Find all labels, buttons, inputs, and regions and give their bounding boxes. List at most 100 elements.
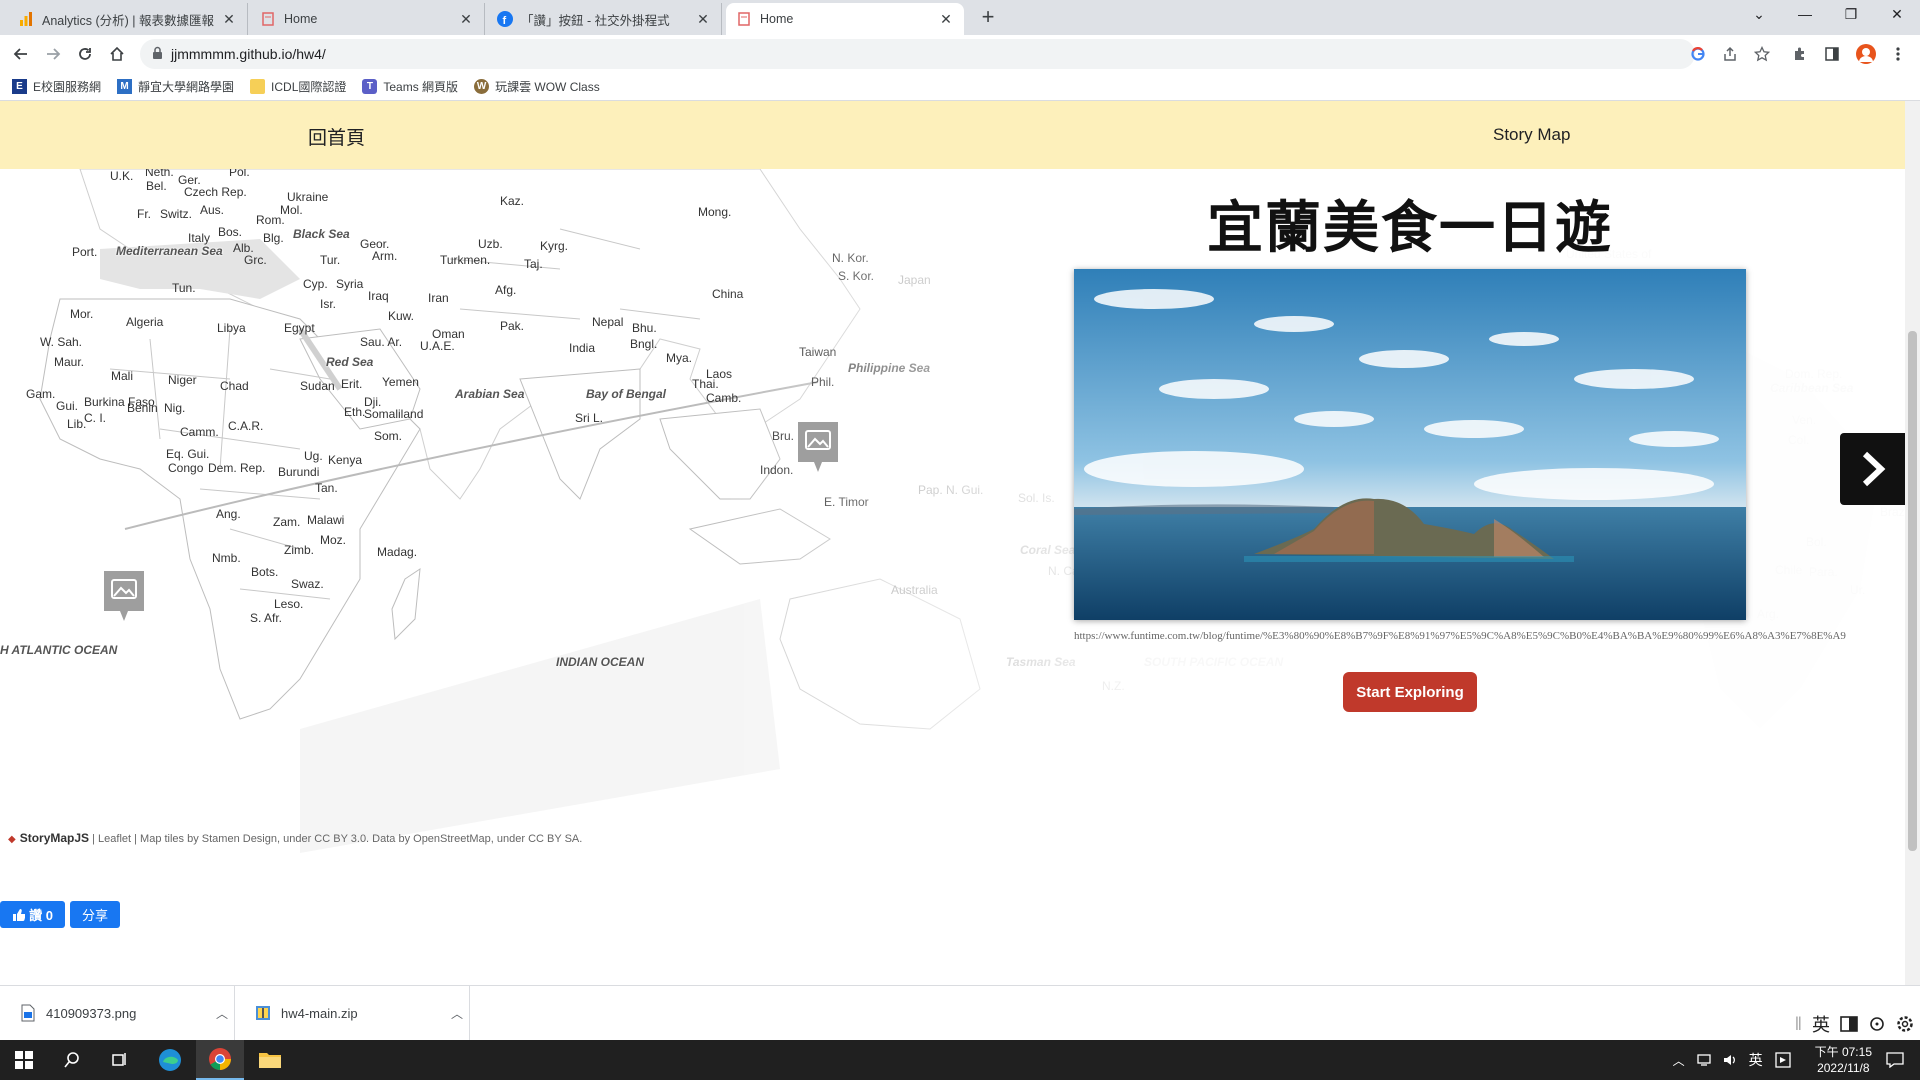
close-tab-icon[interactable]: ✕ [695,11,711,28]
file-explorer-icon[interactable] [246,1040,294,1080]
map-country-label: Egypt [284,321,315,335]
profile-avatar[interactable] [1856,44,1876,64]
map-country-label: Cyp. [303,277,328,291]
menu-icon[interactable] [1888,44,1908,64]
lock-icon[interactable] [152,46,163,62]
map-country-label: Blg. [263,231,284,245]
map-country-label: Som. [374,429,403,443]
search-icon[interactable] [48,1040,96,1080]
download-item-png[interactable]: 410909373.png ︿ [0,986,235,1040]
bookmark-star-icon[interactable] [1752,44,1772,64]
tab-home-active[interactable]: Home ✕ [726,3,964,35]
tab-search-icon[interactable]: ⌄ [1736,0,1782,30]
network-icon[interactable] [1696,1053,1713,1067]
map-country-label: Tun. [172,281,196,295]
bookmark-icdl[interactable]: ICDL國際認證 [250,78,346,95]
map-country-label: Bots. [251,565,279,579]
volume-icon[interactable] [1723,1053,1739,1067]
scrollbar-thumb[interactable] [1908,331,1917,851]
start-exploring-button[interactable]: Start Exploring [1343,672,1477,712]
close-tab-icon[interactable]: ✕ [458,11,474,28]
close-tab-icon[interactable]: ✕ [938,11,954,28]
edge-icon[interactable] [146,1040,194,1080]
map-country-label: Nig. [164,401,186,415]
image-credit[interactable]: https://www.funtime.com.tw/blog/funtime/… [1074,630,1905,642]
page-scrollbar[interactable] [1905,101,1920,985]
story-map[interactable]: U.K. Neth. Pol. Bel. Ger. Czech Rep. Ukraine Ka… [0,169,1905,853]
ime-tray-icon[interactable] [1774,1052,1791,1068]
map-country-label: Kuw. [388,309,415,323]
next-slide-button[interactable] [1840,433,1905,505]
windows-start-icon[interactable] [0,1040,48,1080]
map-country-label: Iran [428,291,449,305]
share-icon[interactable] [1720,44,1740,64]
facebook-share-button[interactable]: 分享 [70,901,120,928]
reload-button[interactable] [72,41,98,67]
folder-icon [250,79,266,94]
map-country-label: Italy [188,231,211,245]
tab-title: Home [284,12,318,26]
close-window-button[interactable]: ✕ [1874,0,1920,30]
bookmark-teams[interactable]: T Teams 網頁版 [362,78,458,95]
bookmark-label: 玩課雲 WOW Class [495,80,600,94]
clock-date: 2022/11/8 [1817,1061,1870,1075]
minimize-button[interactable]: — [1782,0,1828,30]
bookmark-wowclass[interactable]: W 玩課雲 WOW Class [474,78,600,95]
tab-home-1[interactable]: Home ✕ [250,3,485,35]
restore-button[interactable]: ❐ [1828,0,1874,30]
google-icon[interactable] [1688,44,1708,64]
task-view-icon[interactable] [96,1040,144,1080]
map-country-label: Nmb. [212,551,241,565]
bookmark-e-campus[interactable]: E E校園服務網 [12,78,101,95]
map-country-label: C. I. [84,411,107,425]
system-clock[interactable]: 下午 07:15 2022/11/8 [1815,1044,1872,1076]
tray-overflow-icon[interactable]: ︿ [1673,1052,1685,1069]
downloads-bar: 410909373.png ︿ hw4-main.zip ︿ [0,985,1920,1040]
attribution-text[interactable]: | Leaflet | Map tiles by Stamen Design, … [92,833,582,845]
tab-facebook[interactable]: f 「讚」按鈕 - 社交外掛程式 ✕ [487,3,722,35]
ime-grip-icon[interactable]: ‖ [1795,1014,1802,1035]
system-tray: ︿ 英 下午 07:15 2022/11/8 [1673,1040,1920,1080]
address-bar[interactable]: jjmmmmm.github.io/hw4/ [140,39,1695,69]
map-sea-label: Arabian Sea [455,387,525,401]
map-country-label: Tur. [320,253,341,267]
map-marker-icon[interactable] [796,420,840,474]
storymap-logo-icon: ◆ [8,834,16,845]
forward-button[interactable] [40,41,66,67]
chrome-icon[interactable] [196,1040,244,1080]
map-country-label: W. Sah. [40,335,83,349]
attribution-brand[interactable]: StoryMapJS [20,831,89,845]
extensions-icon[interactable] [1790,44,1810,64]
tray-language[interactable]: 英 [1749,1050,1763,1070]
new-tab-button[interactable]: + [975,5,1001,31]
map-country-label: C.A.R. [228,419,264,433]
map-country-label: Madag. [377,545,418,559]
facebook-like-button[interactable]: 讚 0 [0,901,65,928]
nav-storymap-link[interactable]: Story Map [1493,125,1570,145]
ime-mode-icon[interactable] [1840,1015,1858,1033]
map-country-label: Libya [217,321,246,335]
bookmark-moodle[interactable]: M 靜宜大學網路學園 [117,78,234,95]
chevron-up-icon[interactable]: ︿ [216,1005,228,1022]
tab-analytics[interactable]: Analytics (分析) | 報表數據匯報 ✕ [8,3,248,35]
download-item-zip[interactable]: hw4-main.zip ︿ [235,986,470,1040]
back-button[interactable] [8,41,34,67]
map-country-label: Bel. [146,179,167,193]
facebook-icon: f [497,11,513,27]
chevron-up-icon[interactable]: ︿ [451,1005,463,1022]
ime-language[interactable]: 英 [1812,1011,1830,1037]
map-country-label: U.A.E. [420,339,455,353]
page-viewport: 回首頁 Story Map U.K. Neth. Pol. Bel. Ger. … [0,101,1920,985]
close-tab-icon[interactable]: ✕ [221,11,237,28]
map-country-label: U.K. [110,169,134,183]
home-button[interactable] [104,41,130,67]
nav-home-link[interactable]: 回首頁 [308,123,365,150]
slide-image [1074,269,1746,620]
map-marker-icon[interactable] [102,569,146,623]
map-country-label: Kaz. [500,194,525,208]
map-country-label: Bhu. [632,321,657,335]
ime-settings-gear-icon[interactable] [1896,1015,1914,1033]
ime-punctuation-icon[interactable] [1868,1015,1886,1033]
side-panel-icon[interactable] [1822,44,1842,64]
notification-icon[interactable] [1886,1052,1904,1068]
